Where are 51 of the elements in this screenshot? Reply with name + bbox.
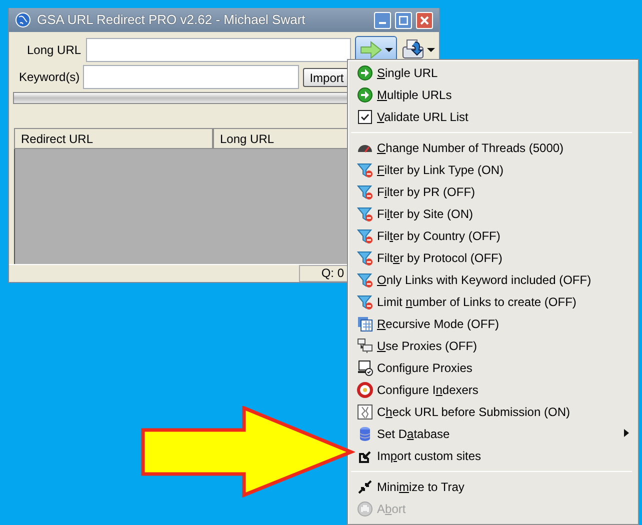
filter-icon [357, 272, 373, 288]
filter-icon [357, 228, 373, 244]
filter-icon [357, 250, 373, 266]
close-button[interactable] [416, 12, 433, 28]
menu-item[interactable]: Check URL before Submission (ON) [351, 401, 638, 423]
minimize-icon [357, 479, 373, 495]
keywords-label: Keyword(s) [19, 69, 80, 86]
close-icon [420, 16, 429, 24]
lifebuoy-icon [357, 382, 373, 398]
menu-item[interactable]: Use Proxies (OFF) [351, 335, 638, 357]
filter-icon [357, 294, 373, 310]
globe-icon [15, 12, 31, 28]
caret-icon [385, 46, 393, 54]
long-url-field[interactable] [86, 38, 351, 62]
menu-item[interactable]: Filter by Site (ON) [351, 203, 638, 225]
maximize-button[interactable] [395, 12, 412, 28]
checkbox-icon [357, 109, 373, 125]
column-header[interactable]: Redirect URL [14, 128, 213, 149]
long-url-label: Long URL [27, 42, 82, 58]
menu-item[interactable]: Set Database [351, 423, 638, 445]
menu-item[interactable]: Multiple URLs [351, 84, 638, 106]
document-icon [357, 404, 373, 420]
filter-icon [357, 162, 373, 178]
menu-item[interactable]: Recursive Mode (OFF) [351, 313, 638, 335]
filter-icon [357, 206, 373, 222]
menu-item[interactable]: Configure Proxies [351, 357, 638, 379]
window-title: GSA URL Redirect PRO v2.62 - Michael Swart [37, 11, 306, 30]
windows-icon [357, 316, 373, 332]
filter-icon [357, 184, 373, 200]
menu-item[interactable]: Limit number of Links to create (OFF) [351, 291, 638, 313]
caret-icon [427, 46, 435, 54]
computer-icon [357, 360, 373, 376]
menu-item[interactable]: Minimize to Tray [351, 476, 638, 498]
menu-item[interactable]: Filter by Protocol (OFF) [351, 247, 638, 269]
menu-item[interactable]: Filter by Country (OFF) [351, 225, 638, 247]
menu-item[interactable]: Filter by Link Type (ON) [351, 159, 638, 181]
keywords-field[interactable] [82, 65, 299, 89]
database-icon [357, 426, 373, 442]
network-icon [357, 338, 373, 354]
maximize-icon [399, 16, 408, 24]
menu-item[interactable]: Validate URL List [351, 106, 638, 128]
arrow-circle-icon [357, 87, 373, 103]
menu-item[interactable]: Filter by PR (OFF) [351, 181, 638, 203]
minimize-icon [379, 22, 386, 24]
arrow-circle-icon [357, 65, 373, 81]
menu-item[interactable]: Import custom sites [351, 445, 638, 467]
import-icon [357, 448, 373, 464]
menu-item[interactable]: Single URL [351, 62, 638, 84]
menu-item[interactable]: Only Links with Keyword included (OFF) [351, 269, 638, 291]
minimize-button[interactable] [374, 12, 391, 28]
menu-item[interactable]: Configure Indexers [351, 379, 638, 401]
